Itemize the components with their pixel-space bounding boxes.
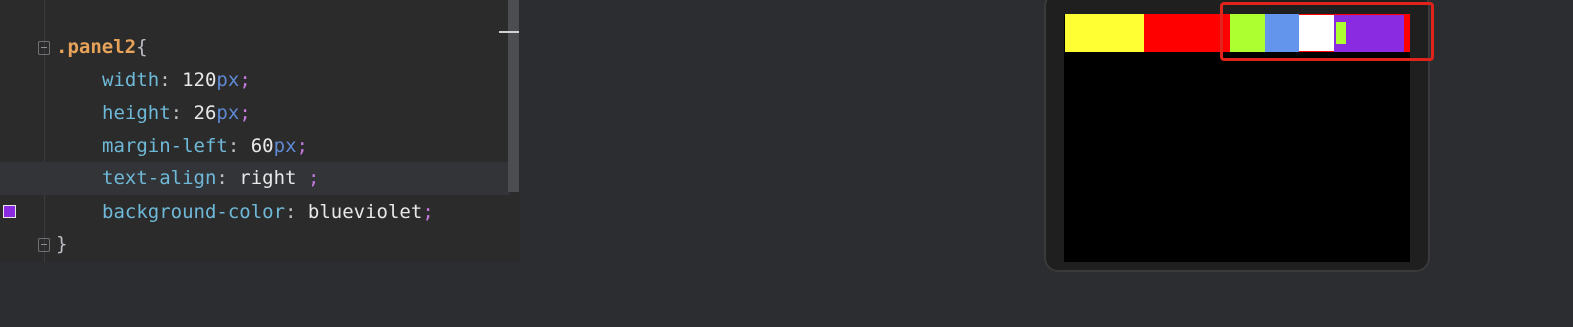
value-unit: px	[216, 102, 240, 124]
colon: :	[285, 201, 308, 223]
code-line-background-color[interactable]: background-color: blueviolet;	[0, 196, 510, 229]
colon: :	[170, 102, 194, 124]
vertical-scrollbar[interactable]	[508, 0, 519, 192]
code-line-text-align[interactable]: text-align: right ;	[0, 162, 510, 195]
close-brace: }	[56, 233, 68, 255]
semicolon: ;	[239, 102, 251, 124]
property-value: 120	[182, 69, 217, 91]
property-name: margin-left	[102, 135, 228, 157]
semicolon: ;	[422, 201, 434, 223]
code-line-selector[interactable]: .panel2{	[0, 31, 510, 64]
code-line-height[interactable]: height: 26px;	[0, 97, 510, 130]
property-value: 60	[250, 135, 274, 157]
colon: :	[227, 135, 251, 157]
property-name: text-align	[102, 167, 217, 189]
colon: :	[216, 167, 240, 189]
property-name: background-color	[102, 201, 286, 223]
code-editor[interactable]: .panel2{ width: 120px; height: 26px; mar…	[0, 0, 520, 262]
highlight-rectangle	[1220, 2, 1434, 61]
semicolon: ;	[239, 69, 251, 91]
open-brace: {	[136, 36, 148, 58]
property-value: blueviolet	[307, 201, 423, 223]
scroll-position-marker	[499, 31, 519, 33]
colon: :	[159, 69, 183, 91]
code-line-width[interactable]: width: 120px;	[0, 64, 510, 97]
css-selector: .panel2	[56, 36, 137, 58]
property-name: width	[102, 69, 160, 91]
semicolon: ;	[307, 167, 320, 189]
yellow-panel	[1065, 14, 1144, 52]
value-unit: px	[273, 135, 297, 157]
code-line-close[interactable]: }	[0, 228, 510, 261]
code-line-margin-left[interactable]: margin-left: 60px;	[0, 130, 510, 163]
semicolon: ;	[296, 135, 308, 157]
property-value: 26	[193, 102, 217, 124]
value-unit: px	[216, 69, 240, 91]
property-name: height	[102, 102, 171, 124]
property-value: right	[239, 167, 297, 189]
value-space	[296, 167, 307, 189]
